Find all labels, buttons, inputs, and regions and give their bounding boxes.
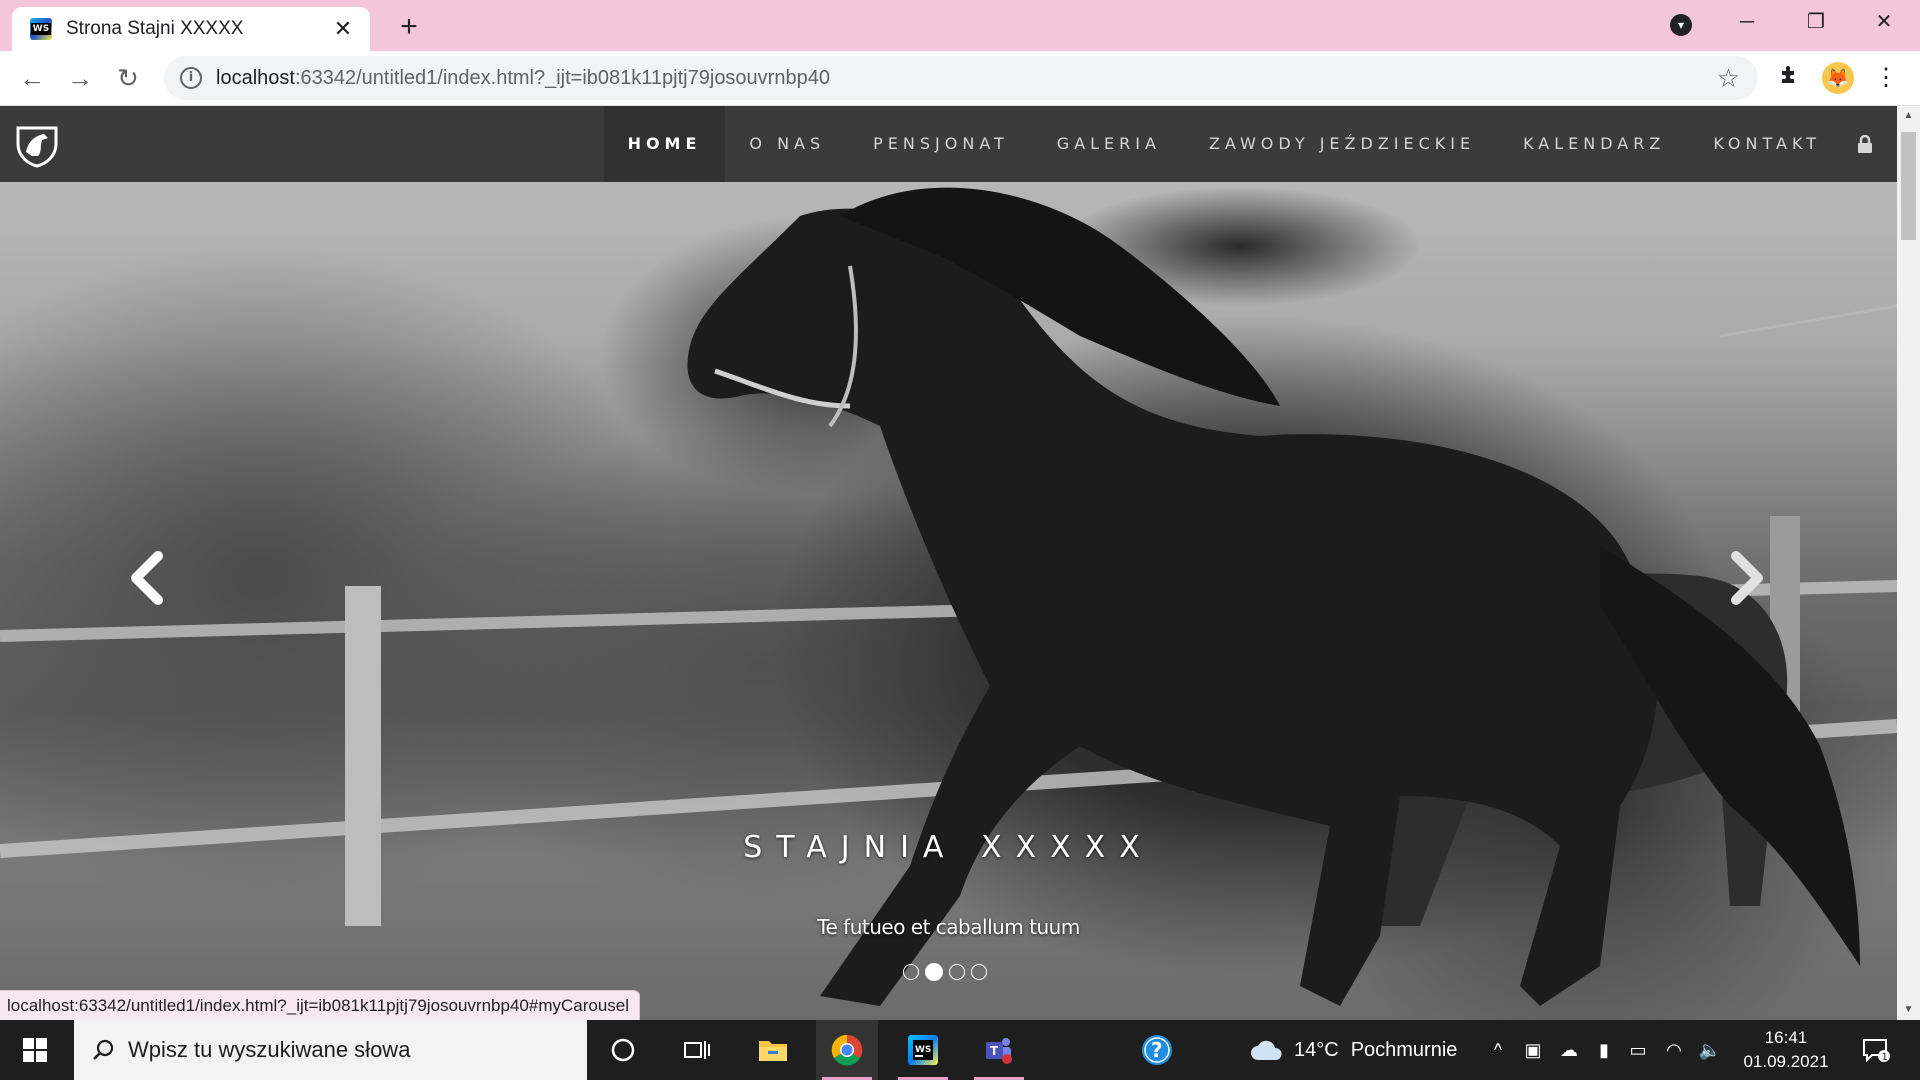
minimize-button[interactable]: ─	[1717, 0, 1777, 44]
tab-search-icon[interactable]: ▾	[1670, 14, 1692, 36]
notifications-icon[interactable]: 1	[1852, 1020, 1900, 1080]
url-text[interactable]: localhost:63342/untitled1/index.html?_ij…	[216, 67, 1717, 90]
weather-temperature: 14°C	[1294, 1038, 1339, 1061]
nav-o-nas[interactable]: O NAS	[725, 106, 849, 182]
carousel-indicator-active[interactable]	[925, 963, 943, 981]
clock-time: 16:41	[1764, 1028, 1808, 1047]
status-bar-url: localhost:63342/untitled1/index.html?_ij…	[0, 990, 641, 1020]
back-arrow-icon[interactable]: ←	[14, 60, 50, 96]
horse-photo	[0, 187, 1897, 1006]
taskbar-search-placeholder: Wpisz tu wyszukiwane słowa	[128, 1037, 411, 1062]
svg-text:1: 1	[1882, 1052, 1888, 1063]
search-icon	[93, 1039, 114, 1060]
carousel-prev-chevron-icon[interactable]	[120, 548, 172, 608]
nav-links: HOME O NAS PENSJONAT GALERIA ZAWODY JEŹD…	[603, 106, 1885, 182]
site-info-icon[interactable]: i	[180, 67, 202, 89]
close-tab-icon[interactable]: ✕	[330, 16, 356, 42]
carousel-indicator[interactable]	[971, 964, 987, 980]
carousel-indicator[interactable]	[949, 964, 965, 980]
browser-toolbar: ← → ↻ i localhost:63342/untitled1/index.…	[0, 51, 1920, 106]
meet-now-icon[interactable]: ▣	[1518, 1020, 1548, 1080]
cloud-icon	[1251, 1040, 1282, 1060]
site-navbar: HOME O NAS PENSJONAT GALERIA ZAWODY JEŹD…	[0, 106, 1897, 182]
extensions-puzzle-icon[interactable]	[1774, 62, 1806, 94]
svg-text:WS: WS	[915, 1045, 931, 1055]
nav-kontakt[interactable]: KONTAKT	[1689, 106, 1845, 182]
svg-text:?: ?	[1151, 1038, 1163, 1062]
help-question-icon[interactable]: ?	[1126, 1020, 1188, 1080]
volume-speaker-icon[interactable]: 🔈	[1694, 1020, 1726, 1080]
new-tab-button[interactable]: +	[392, 10, 426, 44]
carousel-indicators	[903, 963, 987, 981]
svg-text:T: T	[990, 1044, 999, 1058]
tab-title: Strona Stajni XXXXX	[66, 18, 244, 39]
bookmark-star-icon[interactable]: ☆	[1717, 63, 1740, 94]
windows-start-icon[interactable]	[0, 1020, 70, 1080]
carousel-caption-title: STAJNIA XXXXX	[743, 830, 1154, 865]
address-bar[interactable]: i localhost:63342/untitled1/index.html?_…	[164, 56, 1758, 100]
restore-button[interactable]: ❐	[1786, 0, 1846, 44]
menu-kebab-icon[interactable]: ⋮	[1870, 62, 1902, 94]
nav-home[interactable]: HOME	[603, 106, 726, 182]
nav-kalendarz[interactable]: KALENDARZ	[1499, 106, 1689, 182]
nav-pensjonat[interactable]: PENSJONAT	[849, 106, 1033, 182]
webstorm-icon[interactable]: WS	[892, 1020, 954, 1080]
taskbar-clock[interactable]: 16:41 01.09.2021	[1736, 1026, 1836, 1074]
task-view-icon[interactable]	[666, 1020, 728, 1080]
taskbar-search-box[interactable]: Wpisz tu wyszukiwane słowa	[74, 1020, 587, 1080]
browser-tab[interactable]: WS Strona Stajni XXXXX ✕	[12, 7, 370, 51]
wifi-icon[interactable]: ◠	[1658, 1020, 1690, 1080]
microphone-icon[interactable]: ▮	[1590, 1020, 1618, 1080]
show-hidden-icons-chevron-icon[interactable]: ^	[1484, 1020, 1512, 1080]
clock-date: 01.09.2021	[1743, 1052, 1829, 1071]
page-scrollbar[interactable]: ▲ ▼	[1897, 106, 1920, 1020]
teams-icon[interactable]: T	[968, 1020, 1030, 1080]
nav-zawody-jezdzieckie[interactable]: ZAWODY JEŹDZIECKIE	[1185, 106, 1499, 182]
scrollbar-thumb[interactable]	[1901, 132, 1916, 240]
carousel-next-chevron-icon[interactable]	[1722, 548, 1774, 608]
tab-strip: WS Strona Stajni XXXXX ✕ + ▾ ─ ❐ ✕	[0, 0, 1920, 51]
profile-avatar[interactable]: 🦊	[1822, 62, 1854, 94]
page-viewport: HOME O NAS PENSJONAT GALERIA ZAWODY JEŹD…	[0, 106, 1897, 1020]
carousel-slide-image	[0, 106, 1897, 1020]
horse-logo-icon[interactable]	[14, 122, 60, 168]
weather-widget[interactable]: 14°C Pochmurnie	[1250, 1020, 1457, 1080]
scroll-up-arrow-icon[interactable]: ▲	[1897, 106, 1920, 126]
webstorm-favicon-icon: WS	[30, 18, 52, 40]
lock-icon[interactable]	[1845, 106, 1885, 182]
scroll-down-arrow-icon[interactable]: ▼	[1897, 1000, 1920, 1020]
close-window-button[interactable]: ✕	[1854, 0, 1914, 44]
cortana-circle-icon[interactable]	[592, 1020, 654, 1080]
windows-taskbar: Wpisz tu wyszukiwane słowa WS T ? 14°C P…	[0, 1020, 1920, 1080]
chrome-icon[interactable]	[816, 1020, 878, 1080]
carousel-caption-subtitle: Te futueo et caballum tuum	[817, 915, 1080, 939]
nav-galeria[interactable]: GALERIA	[1033, 106, 1185, 182]
reload-icon[interactable]: ↻	[110, 60, 146, 96]
onedrive-cloud-icon[interactable]: ☁	[1552, 1020, 1586, 1080]
carousel-indicator[interactable]	[903, 964, 919, 980]
weather-description: Pochmurnie	[1350, 1038, 1458, 1061]
forward-arrow-icon[interactable]: →	[62, 60, 98, 96]
file-explorer-folder-icon[interactable]	[742, 1020, 804, 1080]
battery-icon[interactable]: ▭	[1622, 1020, 1654, 1080]
